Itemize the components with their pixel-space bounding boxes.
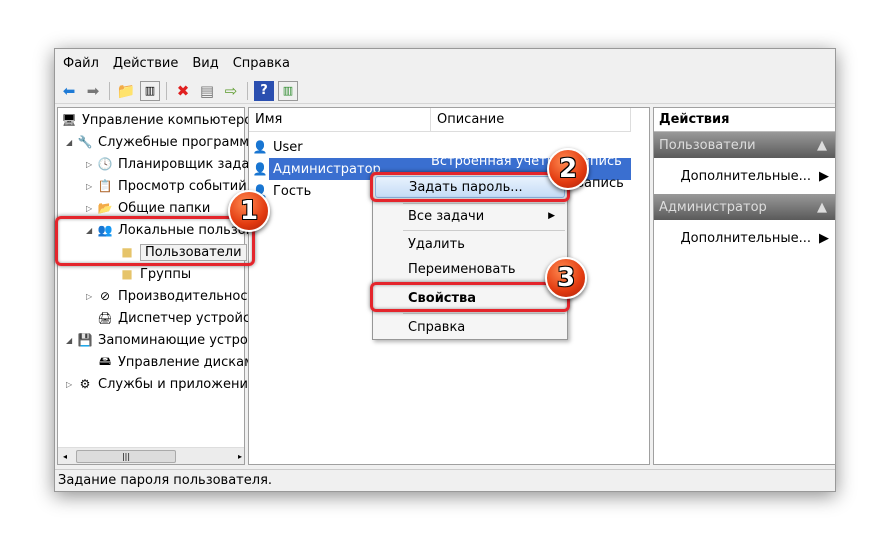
- toolbar: ⬅ ➡ 📁 ▥ ✖ ▤ ⇨ ? ▥: [55, 78, 835, 104]
- menu-separator: [403, 203, 565, 204]
- show-hide-action-pane-icon[interactable]: ▥: [278, 80, 298, 101]
- highlight-frame-local-users: [55, 216, 255, 266]
- status-bar: Задание пароля пользователя.: [55, 469, 835, 491]
- user-icon: 👤: [252, 140, 268, 154]
- horizontal-scrollbar[interactable]: ◂ ||| ▸: [58, 447, 244, 464]
- up-folder-icon[interactable]: 📁: [116, 81, 136, 101]
- folder-icon: ■: [121, 267, 133, 281]
- submenu-arrow-icon: ▶: [819, 168, 829, 184]
- menu-view[interactable]: Вид: [192, 56, 218, 71]
- action-more-users[interactable]: Дополнительные... ▶: [654, 158, 835, 194]
- scroll-right-icon[interactable]: ▸: [238, 452, 242, 461]
- services-icon: ⚙: [79, 377, 91, 391]
- collapse-icon[interactable]: ▲: [817, 138, 827, 153]
- tree-item-computer-management[interactable]: 🖥 Управление компьютером: [60, 110, 262, 130]
- computer-icon: 🖥: [61, 113, 77, 127]
- delete-icon[interactable]: ✖: [173, 81, 193, 101]
- tree-item-groups[interactable]: ■ Группы: [118, 264, 191, 284]
- expander-icon[interactable]: ▷: [66, 380, 76, 389]
- tree-item-event-viewer[interactable]: ▷ 📋 Просмотр событий: [86, 176, 247, 196]
- menu-separator: [403, 230, 565, 231]
- expander-icon[interactable]: ▷: [86, 204, 96, 213]
- action-more-administrator[interactable]: Дополнительные... ▶: [654, 220, 835, 256]
- expander-icon[interactable]: ▷: [86, 292, 96, 301]
- actions-pane: Действия Пользователи ▲ Дополнительные...…: [653, 107, 836, 465]
- menu-help[interactable]: Справка: [233, 56, 290, 71]
- performance-icon: ⊘: [99, 289, 111, 303]
- scroll-left-icon[interactable]: ◂: [58, 452, 72, 461]
- expander-icon[interactable]: ▷: [86, 182, 96, 191]
- toolbar-separator: [247, 81, 248, 100]
- expander-icon[interactable]: ▷: [86, 160, 96, 169]
- collapse-icon[interactable]: ▲: [817, 200, 827, 215]
- tree-item-shared-folders[interactable]: ▷ 📂 Общие папки: [86, 198, 210, 218]
- submenu-arrow-icon: ▶: [819, 230, 829, 246]
- actions-title: Действия: [654, 108, 835, 132]
- tree-item-task-scheduler[interactable]: ▷ 🕓 Планировщик заданий: [86, 154, 275, 174]
- properties-icon[interactable]: ▤: [197, 81, 217, 101]
- actions-group-users[interactable]: Пользователи ▲: [654, 132, 835, 158]
- menu-item-help[interactable]: Справка: [375, 316, 565, 338]
- menu-item-delete[interactable]: Удалить: [375, 233, 565, 255]
- step-badge-2: 2: [547, 148, 589, 190]
- column-header-name[interactable]: Имя: [249, 108, 431, 132]
- menu-item-rename[interactable]: Переименовать: [375, 258, 565, 280]
- actions-group-administrator[interactable]: Администратор ▲: [654, 194, 835, 220]
- expander-icon[interactable]: ◢: [66, 336, 76, 345]
- forward-arrow-icon[interactable]: ➡: [83, 81, 103, 101]
- tree-item-device-manager[interactable]: 🖨 Диспетчер устройств: [96, 308, 265, 328]
- highlight-frame-properties: [370, 282, 570, 312]
- back-arrow-icon[interactable]: ⬅: [59, 81, 79, 101]
- tree-item-services-apps[interactable]: ▷ ⚙ Службы и приложения: [66, 374, 256, 394]
- step-badge-1: 1: [228, 190, 270, 232]
- disk-icon: 🖴: [98, 353, 112, 368]
- help-icon[interactable]: ?: [254, 80, 274, 101]
- tree-item-system-tools[interactable]: ◢ 🔧 Служебные программы: [66, 132, 259, 152]
- menu-file[interactable]: Файл: [63, 56, 99, 71]
- console-tree: 🖥 Управление компьютером ◢ 🔧 Служебные прог…: [57, 107, 360, 465]
- highlight-frame-set-password: [370, 172, 570, 202]
- tree-item-performance[interactable]: ▷ ⊘ Производительность: [86, 286, 263, 306]
- tools-icon: 🔧: [77, 135, 93, 149]
- export-list-icon[interactable]: ⇨: [221, 81, 241, 101]
- toolbar-separator: [109, 81, 110, 100]
- column-header-description[interactable]: Описание: [431, 108, 631, 132]
- step-badge-3: 3: [545, 257, 587, 299]
- clock-icon: 🕓: [97, 157, 113, 171]
- shared-folder-icon: 📂: [97, 201, 113, 215]
- submenu-arrow-icon: ▶: [548, 211, 555, 221]
- expander-icon[interactable]: ◢: [66, 138, 76, 147]
- show-hide-tree-icon[interactable]: ▥: [140, 80, 160, 101]
- storage-icon: 💾: [77, 333, 93, 347]
- menu-item-all-tasks[interactable]: Все задачи ▶: [375, 205, 565, 227]
- menu-bar: Файл Действие Вид Справка: [55, 49, 835, 77]
- toolbar-separator: [166, 81, 167, 100]
- device-manager-icon: 🖨: [97, 311, 113, 325]
- scrollbar-thumb[interactable]: |||: [76, 449, 176, 463]
- event-log-icon: 📋: [97, 179, 113, 193]
- user-icon: 👤: [252, 162, 268, 176]
- menu-action[interactable]: Действие: [113, 56, 178, 71]
- menu-separator: [403, 313, 565, 314]
- tree-item-disk-management[interactable]: 🖴 Управление дисками: [96, 352, 262, 372]
